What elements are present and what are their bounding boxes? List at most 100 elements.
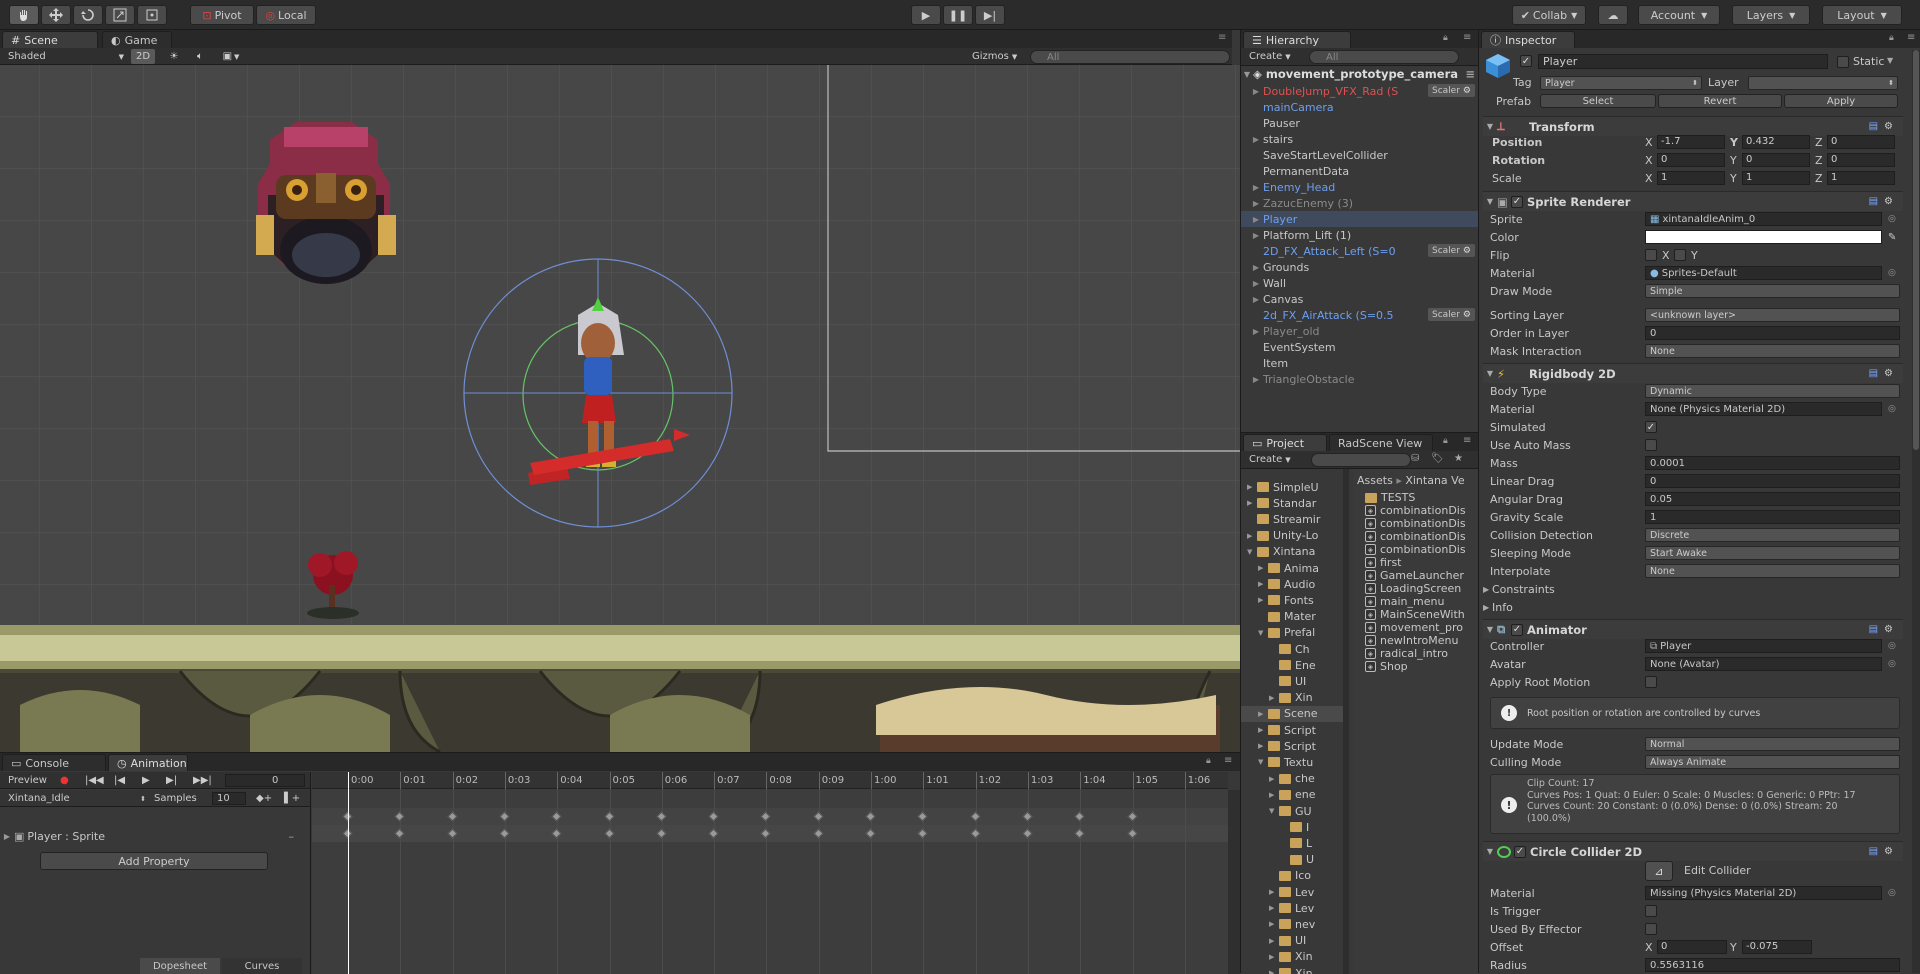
- tab-scene[interactable]: #Scene: [2, 31, 98, 48]
- cloud-button[interactable]: ☁: [1598, 5, 1628, 25]
- info-foldout[interactable]: ▶Info: [1483, 598, 1893, 616]
- lock-icon[interactable]: 🔒︎: [1443, 436, 1448, 446]
- step-button[interactable]: ▶|: [975, 5, 1005, 25]
- add-property-button[interactable]: Add Property: [40, 852, 268, 870]
- sr-material-field[interactable]: ●Sprites-Default: [1645, 266, 1882, 280]
- scale-tool-button[interactable]: [105, 5, 135, 25]
- project-file[interactable]: ◈combinationDis: [1365, 517, 1479, 530]
- project-folder[interactable]: I: [1280, 819, 1351, 835]
- keyframe-diamond[interactable]: [866, 829, 876, 839]
- lighting-toggle[interactable]: ☀: [164, 49, 184, 64]
- keyframe-diamond[interactable]: [761, 829, 771, 839]
- project-file[interactable]: ◈first: [1365, 556, 1479, 569]
- panel-menu-icon[interactable]: ≡: [1907, 32, 1915, 43]
- property-remove-icon[interactable]: –: [289, 830, 295, 843]
- settings-gear-icon[interactable]: ⚙: [1884, 121, 1893, 132]
- hierarchy-item[interactable]: ▶TriangleObstacle: [1249, 371, 1479, 387]
- expand-arrow-icon[interactable]: ▶: [1258, 580, 1268, 588]
- hierarchy-item[interactable]: ▶Wall: [1249, 275, 1479, 291]
- color-swatch[interactable]: [1645, 230, 1882, 244]
- keyframe-diamond[interactable]: [918, 829, 928, 839]
- help-book-icon[interactable]: ▤: [1869, 196, 1878, 207]
- root-motion-checkbox[interactable]: [1645, 676, 1657, 688]
- favorite-star-icon[interactable]: ★: [1454, 453, 1463, 464]
- timeline-scrollbar[interactable]: [1228, 790, 1240, 974]
- project-folder[interactable]: Ico: [1269, 868, 1351, 884]
- expand-arrow-icon[interactable]: ▶: [1269, 904, 1279, 912]
- interpolate-dropdown[interactable]: None: [1645, 564, 1900, 578]
- active-checkbox[interactable]: ✓: [1520, 55, 1532, 67]
- expand-arrow-icon[interactable]: ▶: [1258, 710, 1268, 718]
- hierarchy-search-input[interactable]: All: [1309, 50, 1459, 64]
- project-folder[interactable]: ▶Scene: [1241, 706, 1345, 722]
- settings-gear-icon[interactable]: ⚙: [1884, 846, 1893, 857]
- project-folder[interactable]: ▶Audio: [1258, 576, 1351, 592]
- auto-mass-checkbox[interactable]: [1645, 439, 1657, 451]
- keyframe-diamond[interactable]: [1075, 829, 1085, 839]
- offset-x-field[interactable]: X0: [1645, 940, 1727, 954]
- body-type-dropdown[interactable]: Dynamic: [1645, 384, 1900, 398]
- keyframe-diamond[interactable]: [709, 829, 719, 839]
- object-picker-icon[interactable]: ◎: [1888, 659, 1896, 669]
- expand-arrow-icon[interactable]: ▶: [1249, 231, 1263, 240]
- scene-search-input[interactable]: All: [1030, 50, 1230, 64]
- object-picker-icon[interactable]: ◎: [1888, 888, 1896, 898]
- sprite-renderer-enabled-checkbox[interactable]: ✓: [1511, 196, 1523, 208]
- tab-game[interactable]: ◐Game: [102, 31, 172, 48]
- flip-y-checkbox[interactable]: [1674, 249, 1686, 261]
- project-folder[interactable]: ▶Script: [1258, 722, 1351, 738]
- project-folder[interactable]: ▶Standar: [1247, 495, 1351, 511]
- culling-mode-dropdown[interactable]: Always Animate: [1645, 755, 1900, 769]
- collision-dropdown[interactable]: Discrete: [1645, 528, 1900, 542]
- effector-checkbox[interactable]: [1645, 923, 1657, 935]
- layout-dropdown[interactable]: Layout▼: [1822, 5, 1902, 25]
- project-folder[interactable]: U: [1280, 852, 1351, 868]
- project-folder[interactable]: ▶Xin: [1269, 949, 1351, 965]
- expand-arrow-icon[interactable]: ▼: [1258, 629, 1268, 637]
- settings-gear-icon[interactable]: ⚙: [1884, 624, 1893, 635]
- project-file[interactable]: ◈combinationDis: [1365, 530, 1479, 543]
- project-folder[interactable]: ▶Lev: [1269, 900, 1351, 916]
- expand-arrow-icon[interactable]: ▶: [1258, 564, 1268, 572]
- tab-console[interactable]: ▭Console: [2, 754, 106, 771]
- object-name-field[interactable]: Player: [1538, 54, 1828, 69]
- animator-header[interactable]: ▼ ⧉ ✓ Animator ▤⚙: [1483, 619, 1903, 639]
- tab-project[interactable]: ▭Project: [1243, 434, 1327, 451]
- tab-radscene-view[interactable]: RadScene View: [1329, 434, 1433, 451]
- layers-dropdown[interactable]: Layers▼: [1732, 5, 1810, 25]
- expand-arrow-icon[interactable]: ▶: [1249, 295, 1263, 304]
- curves-tab[interactable]: Curves: [222, 958, 302, 974]
- project-file[interactable]: ◈combinationDis: [1365, 543, 1479, 556]
- sorting-layer-dropdown[interactable]: <unknown layer>: [1645, 308, 1900, 322]
- local-toggle[interactable]: ◎Local: [256, 5, 316, 25]
- scale-z-field[interactable]: Z1: [1815, 171, 1895, 185]
- keyframe-diamond[interactable]: [1127, 812, 1137, 822]
- expand-arrow-icon[interactable]: ▶: [1269, 937, 1279, 945]
- flip-x-checkbox[interactable]: [1645, 249, 1657, 261]
- project-file[interactable]: TESTS: [1365, 491, 1479, 504]
- play-anim-button[interactable]: ▶: [142, 773, 150, 788]
- hierarchy-item[interactable]: mainCamera: [1249, 99, 1479, 115]
- project-folder[interactable]: ▶Script: [1258, 738, 1351, 754]
- project-create-dropdown[interactable]: Create▼: [1249, 452, 1297, 467]
- simulated-checkbox[interactable]: ✓: [1645, 421, 1657, 433]
- project-folder[interactable]: Streamir: [1247, 511, 1351, 527]
- project-folder[interactable]: L: [1280, 835, 1351, 851]
- rotation-z-field[interactable]: Z0: [1815, 153, 1895, 167]
- draw-mode-dropdown[interactable]: Simple: [1645, 284, 1900, 298]
- project-file[interactable]: ◈newIntroMenu: [1365, 634, 1479, 647]
- hand-tool-button[interactable]: [9, 5, 39, 25]
- prefab-select-button[interactable]: Select: [1540, 94, 1656, 108]
- tab-inspector[interactable]: ⓘInspector: [1481, 31, 1575, 48]
- rotate-tool-button[interactable]: [73, 5, 103, 25]
- object-picker-icon[interactable]: ◎: [1888, 268, 1896, 278]
- radius-field[interactable]: 0.5563116: [1645, 958, 1900, 972]
- sprite-renderer-header[interactable]: ▼ ▣ ✓ Sprite Renderer ▤⚙: [1483, 191, 1903, 211]
- expand-arrow-icon[interactable]: ▶: [1249, 87, 1263, 96]
- hierarchy-item[interactable]: ▶Platform_Lift (1): [1249, 227, 1479, 243]
- cc-material-field[interactable]: Missing (Physics Material 2D): [1645, 886, 1882, 900]
- rotation-x-field[interactable]: X0: [1645, 153, 1725, 167]
- hierarchy-item[interactable]: 2d_FX_AirAttack (S=0.5Scaler⚙: [1249, 307, 1479, 323]
- hierarchy-item[interactable]: Item: [1249, 355, 1479, 371]
- expand-arrow-icon[interactable]: ▶: [1249, 279, 1263, 288]
